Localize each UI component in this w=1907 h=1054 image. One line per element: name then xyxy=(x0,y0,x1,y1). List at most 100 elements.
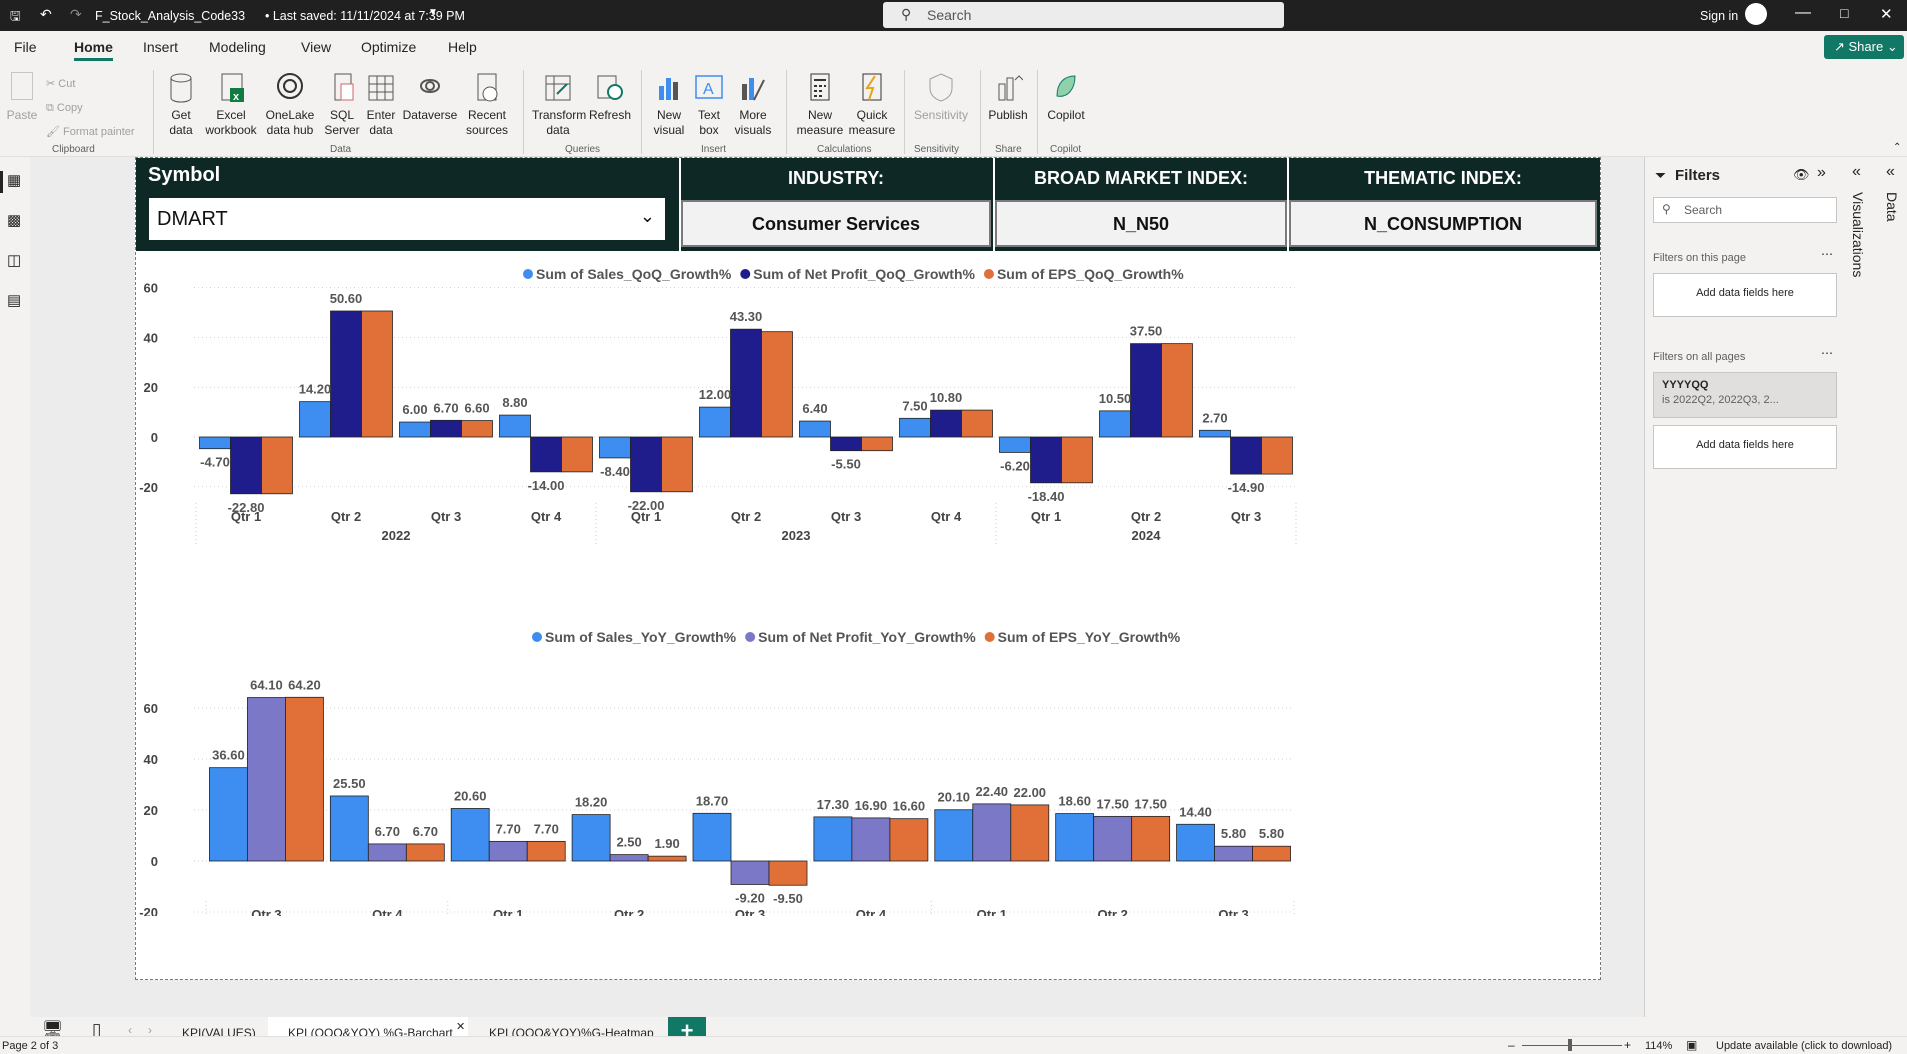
get-data-label: Get data xyxy=(169,108,193,137)
recent-sources-button[interactable]: Recent sources xyxy=(460,72,514,138)
zoom-in-icon[interactable]: + xyxy=(1624,1038,1631,1052)
zoom-slider[interactable] xyxy=(1522,1045,1622,1046)
page-indicator: Page 2 of 3 xyxy=(2,1040,59,1052)
bar xyxy=(450,808,490,862)
quick-measure-button[interactable]: Quick measure xyxy=(847,72,897,138)
onelake-icon xyxy=(275,72,305,104)
title-dropdown-icon[interactable]: ▼ xyxy=(428,7,438,18)
data-tab[interactable]: Data xyxy=(1884,192,1900,222)
table-view-icon[interactable]: ▩ xyxy=(7,211,21,229)
paste-button[interactable]: Paste xyxy=(6,72,38,123)
tab-optimize[interactable]: Optimize xyxy=(361,39,416,55)
x-tick-label: Qtr 1 xyxy=(631,509,661,524)
expand-visualizations-icon[interactable]: « xyxy=(1852,163,1861,181)
maximize-icon[interactable]: □ xyxy=(1840,5,1848,21)
bar xyxy=(934,809,974,862)
avatar[interactable] xyxy=(1745,3,1767,25)
close-tab-icon[interactable]: ✕ xyxy=(456,1020,465,1033)
title-bar: 🖫 ↶ ↷ F_Stock_Analysis_Code33 • Last sav… xyxy=(0,0,1907,31)
transform-data-button[interactable]: Transform data xyxy=(532,72,586,138)
minimize-icon[interactable]: — xyxy=(1795,4,1811,22)
filters-search-input[interactable]: ⚲ Search xyxy=(1653,197,1837,223)
more-options-icon[interactable]: ⋯ xyxy=(1821,346,1833,360)
refresh-button[interactable]: Refresh xyxy=(588,72,632,123)
yoy-growth-chart[interactable]: Sum of Sales_YoY_Growth% Sum of Net Profi… xyxy=(136,616,1600,916)
broad-index-label: BROAD MARKET INDEX: xyxy=(1034,168,1248,188)
svg-text:A: A xyxy=(703,81,714,98)
y-tick-label: -20 xyxy=(139,480,158,495)
copy-button[interactable]: ⧉ Copy xyxy=(46,96,135,120)
more-options-icon[interactable]: ⋯ xyxy=(1821,247,1833,261)
model-view-icon[interactable]: ◫ xyxy=(7,251,21,269)
group-calculations: Calculations xyxy=(817,144,872,155)
year-label: 2022 xyxy=(382,528,411,543)
copilot-button[interactable]: Copilot xyxy=(1043,72,1089,123)
new-visual-button[interactable]: New visual xyxy=(650,72,688,138)
bar xyxy=(499,414,531,438)
add-fields-dropzone-page[interactable]: Add data fields here xyxy=(1653,273,1837,317)
save-icon[interactable]: 🖫 xyxy=(10,7,21,28)
ribbon: Paste ✂ Cut ⧉ Copy 🖌 Format painter Clip… xyxy=(0,64,1907,157)
more-visuals-button[interactable]: More visuals xyxy=(731,72,775,138)
global-search-input[interactable]: ⚲ Search xyxy=(883,2,1284,28)
scroll-right-icon[interactable]: › xyxy=(148,1023,152,1037)
dax-query-icon[interactable]: ▤ xyxy=(7,291,21,309)
symbol-dropdown[interactable]: DMART ⌄ xyxy=(149,198,665,240)
collapse-ribbon-icon[interactable]: ⌃ xyxy=(1893,142,1901,153)
x-tick-label: Qtr 3 xyxy=(431,509,461,524)
filter-card-yyyyqq[interactable]: YYYYQQ is 2022Q2, 2022Q3, 2... xyxy=(1653,372,1837,418)
sql-server-button[interactable]: SQL Server xyxy=(323,72,361,138)
data-label: 18.20 xyxy=(575,795,608,810)
tab-help[interactable]: Help xyxy=(448,39,477,55)
sign-in-link[interactable]: Sign in xyxy=(1700,9,1738,23)
eye-icon[interactable]: 👁 xyxy=(1793,167,1810,183)
scroll-left-icon[interactable]: ‹ xyxy=(128,1023,132,1037)
text-box-button[interactable]: A Text box xyxy=(690,72,728,138)
y-tick-label: 60 xyxy=(144,701,158,716)
format-painter-button[interactable]: 🖌 Format painter xyxy=(46,120,135,144)
copy-label: Copy xyxy=(56,102,83,114)
bar xyxy=(972,803,1012,862)
share-button[interactable]: ↗ Share ⌄ xyxy=(1824,35,1904,59)
zoom-level: 114% xyxy=(1645,1040,1673,1052)
collapse-filters-icon[interactable]: » xyxy=(1817,164,1826,182)
bar xyxy=(999,436,1031,453)
tab-modeling[interactable]: Modeling xyxy=(209,39,266,55)
redo-icon[interactable]: ↷ xyxy=(70,6,82,23)
get-data-button[interactable]: Get data xyxy=(160,72,202,138)
zoom-out-icon[interactable]: – xyxy=(1508,1038,1515,1052)
data-label: 17.30 xyxy=(817,797,850,812)
expand-data-icon[interactable]: « xyxy=(1886,163,1895,181)
filter-field-name: YYYYQQ xyxy=(1662,379,1709,391)
x-axis-title: Quarter xyxy=(719,550,773,553)
bar xyxy=(261,436,293,495)
calculator-icon xyxy=(805,72,835,104)
cut-button[interactable]: ✂ Cut xyxy=(46,72,135,96)
sql-label: SQL Server xyxy=(324,108,360,137)
tab-home[interactable]: Home xyxy=(74,39,113,61)
publish-button[interactable]: Publish xyxy=(986,72,1030,123)
y-tick-label: 40 xyxy=(144,330,158,345)
zoom-slider-thumb[interactable] xyxy=(1568,1039,1572,1051)
new-measure-button[interactable]: New measure xyxy=(795,72,845,138)
onelake-button[interactable]: OneLake data hub xyxy=(261,72,319,138)
tab-insert[interactable]: Insert xyxy=(143,39,178,55)
report-view-icon[interactable]: ▦ xyxy=(7,171,21,189)
qoq-growth-chart[interactable]: Sum of Sales_QoQ_Growth% Sum of Net Profi… xyxy=(136,253,1600,553)
excel-workbook-button[interactable]: x Excel workbook xyxy=(203,72,259,138)
x-tick-label: Qtr 3 xyxy=(735,907,765,916)
data-label: 14.40 xyxy=(1179,804,1212,819)
add-fields-dropzone-all[interactable]: Add data fields here xyxy=(1653,425,1837,469)
paste-label: Paste xyxy=(6,108,38,122)
tab-file[interactable]: File xyxy=(14,39,37,55)
dataverse-button[interactable]: Dataverse xyxy=(402,72,458,123)
tab-view[interactable]: View xyxy=(301,39,331,55)
fit-to-page-icon[interactable]: ▣ xyxy=(1686,1038,1697,1052)
close-icon[interactable]: ✕ xyxy=(1880,5,1893,23)
sensitivity-button[interactable]: Sensitivity xyxy=(910,72,972,123)
undo-icon[interactable]: ↶ xyxy=(40,6,52,23)
update-available-link[interactable]: Update available (click to download) xyxy=(1716,1040,1892,1052)
enter-data-button[interactable]: Enter data xyxy=(363,72,399,138)
visualizations-tab[interactable]: Visualizations xyxy=(1850,192,1866,277)
onelake-label: OneLake data hub xyxy=(265,108,315,137)
